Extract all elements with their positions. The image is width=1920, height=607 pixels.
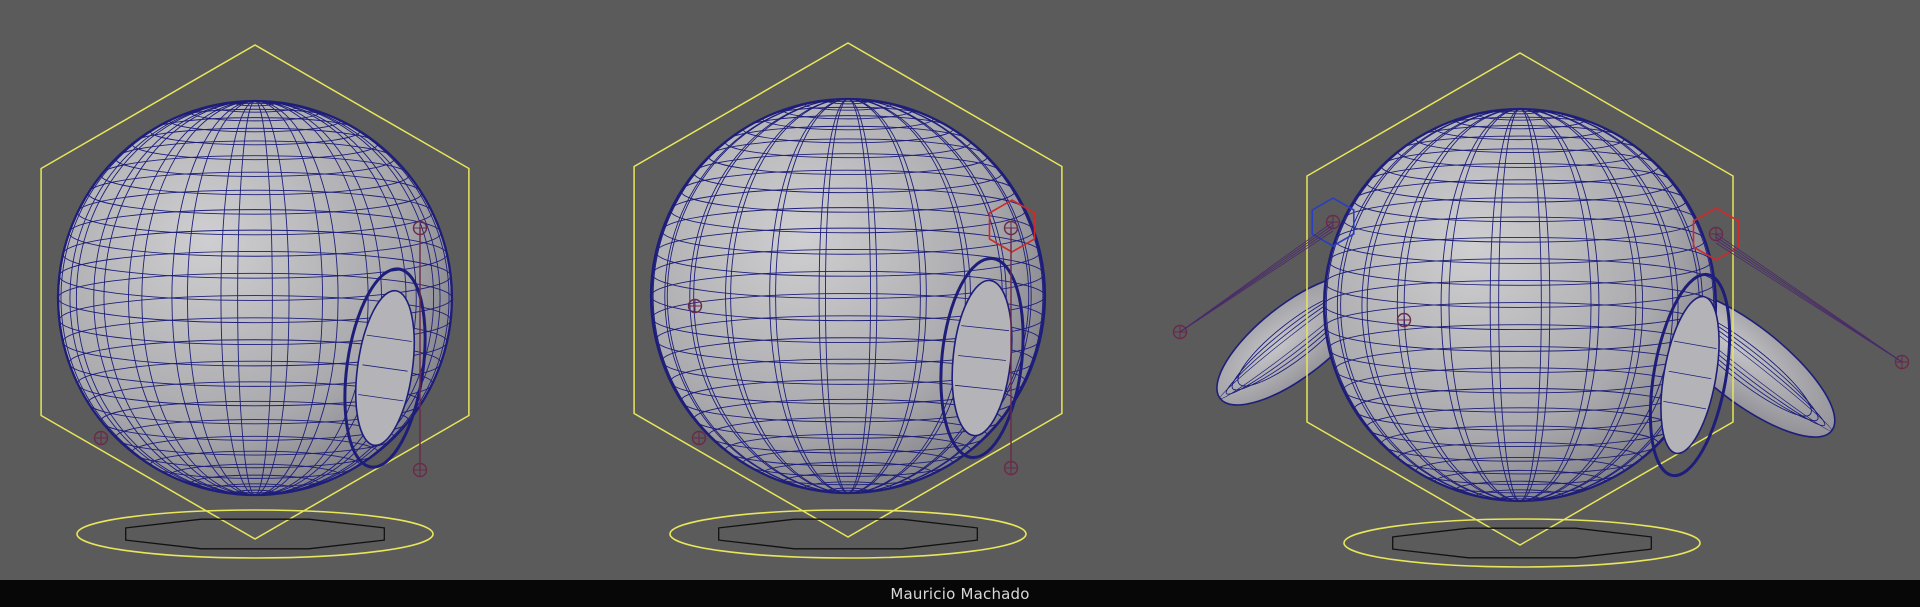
maya-viewport (0, 0, 1920, 580)
root-control-circle (76, 509, 434, 559)
view-sphere-with-wings (1172, 52, 1910, 568)
viewport-canvas (40, 42, 1910, 568)
root-control-circle (669, 509, 1027, 559)
view-sphere-front-left (40, 44, 470, 559)
view-sphere-three-quarter (633, 42, 1063, 559)
ground-octagon (125, 518, 385, 550)
author-credit: Mauricio Machado (890, 584, 1030, 603)
ground-octagon (718, 518, 978, 550)
credit-bar: Mauricio Machado (0, 580, 1920, 607)
